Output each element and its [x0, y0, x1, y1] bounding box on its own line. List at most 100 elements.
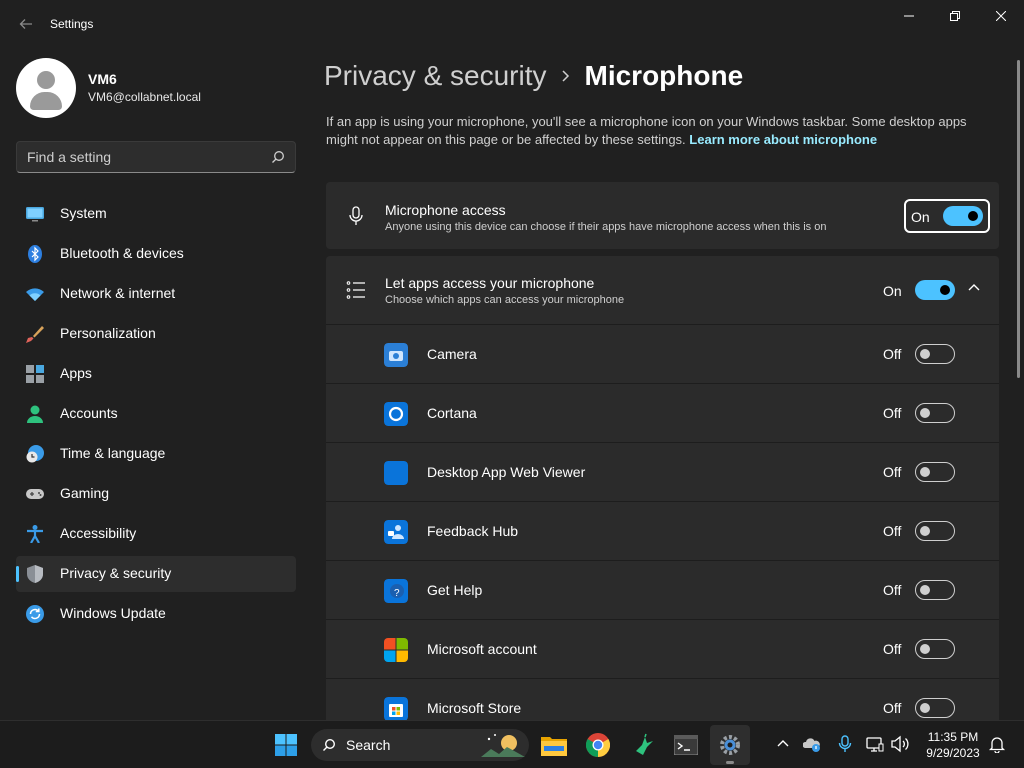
get-help-app-icon: ? [384, 579, 408, 603]
clock-date: 9/29/2023 [926, 746, 980, 760]
folder-icon [541, 737, 567, 756]
title-bar: Settings [0, 0, 1024, 48]
let-apps-subtitle: Choose which apps can access your microp… [385, 294, 625, 306]
hummingbird-icon [636, 733, 653, 755]
search-input[interactable] [27, 149, 257, 165]
back-button[interactable] [12, 10, 40, 38]
feedback-hub-toggle[interactable] [915, 521, 955, 541]
apps-icon [26, 365, 44, 383]
accessibility-icon [27, 525, 43, 543]
profile-name: VM6 [88, 71, 117, 87]
svg-text:?: ? [394, 588, 400, 599]
search-icon [323, 738, 336, 751]
app-row-desktop-app-web-viewer: Desktop App Web Viewer Off [326, 443, 999, 501]
search-icon [272, 151, 284, 163]
microphone-access-subtitle: Anyone using this device can choose if t… [385, 221, 827, 233]
user-profile[interactable]: VM6 VM6@collabnet.local [16, 58, 201, 118]
sidebar-item-accessibility[interactable]: Accessibility [16, 516, 296, 552]
restore-icon [950, 11, 960, 21]
app-row-feedback-hub: Feedback Hub Off [326, 502, 999, 560]
shield-icon [27, 565, 43, 583]
chrome-icon [586, 733, 610, 757]
desktop-app-web-viewer-toggle[interactable] [915, 462, 955, 482]
app-row-microsoft-store: Microsoft Store Off [326, 679, 999, 720]
file-explorer-button[interactable] [534, 725, 574, 765]
app-title: Settings [50, 17, 94, 31]
sidebar-item-accounts[interactable]: Accounts [16, 396, 296, 432]
feedback-hub-app-icon [384, 520, 408, 544]
page-title: Microphone [584, 60, 744, 91]
volume-icon[interactable] [891, 735, 909, 753]
microphone-access-state: On [911, 209, 930, 225]
clock-time: 11:35 PM [927, 730, 979, 744]
notification-bell-icon[interactable] [988, 735, 1006, 753]
sidebar-nav: System Bluetooth & devices Network & int… [16, 196, 296, 636]
microsoft-store-app-icon [384, 697, 408, 720]
minimize-icon [904, 15, 914, 17]
sidebar-item-apps[interactable]: Apps [16, 356, 296, 392]
system-clock[interactable]: 11:35 PM 9/29/2023 [918, 729, 988, 761]
windows-logo-icon [275, 734, 297, 756]
bird-app-button[interactable] [624, 725, 664, 765]
let-apps-access-card[interactable]: Let apps access your microphone Choose w… [326, 256, 999, 324]
scrollbar[interactable] [1017, 60, 1020, 378]
microsoft-account-toggle[interactable] [915, 639, 955, 659]
camera-app-icon [384, 343, 408, 367]
search-highlight-icon [481, 734, 525, 757]
sidebar-item-network[interactable]: Network & internet [16, 276, 296, 312]
breadcrumb-chevron-icon [561, 66, 571, 87]
microphone-access-card: Microphone access Anyone using this devi… [326, 182, 999, 249]
cortana-toggle[interactable] [915, 403, 955, 423]
sidebar-item-windows-update[interactable]: Windows Update [16, 596, 296, 632]
chrome-button[interactable] [578, 725, 618, 765]
sidebar-item-gaming[interactable]: Gaming [16, 476, 296, 512]
sidebar-item-privacy-security[interactable]: Privacy & security [16, 556, 296, 592]
terminal-icon [674, 735, 698, 755]
page-description: If an app is using your microphone, you'… [326, 113, 986, 149]
chevron-up-icon[interactable] [774, 735, 792, 753]
microsoft-store-toggle[interactable] [915, 698, 955, 718]
microphone-access-toggle[interactable] [943, 206, 983, 226]
start-button[interactable] [266, 725, 306, 765]
taskbar-search[interactable]: Search [311, 729, 529, 761]
cortana-app-icon [384, 402, 408, 426]
person-icon [27, 405, 43, 423]
list-icon [346, 281, 365, 299]
app-row-cortana: Cortana Off [326, 384, 999, 442]
find-setting-search[interactable] [16, 141, 296, 173]
app-row-camera: Camera Off [326, 325, 999, 383]
camera-toggle[interactable] [915, 344, 955, 364]
minimize-button[interactable] [886, 0, 932, 32]
sidebar-item-system[interactable]: System [16, 196, 296, 232]
avatar [16, 58, 76, 118]
let-apps-state: On [883, 283, 902, 299]
web-viewer-app-icon [384, 461, 408, 485]
network-icon[interactable] [866, 735, 884, 753]
sidebar-item-bluetooth[interactable]: Bluetooth & devices [16, 236, 296, 272]
onedrive-icon[interactable] [803, 735, 821, 753]
terminal-button[interactable] [666, 725, 706, 765]
restore-button[interactable] [932, 0, 978, 32]
microphone-in-use-icon[interactable] [836, 735, 854, 753]
microphone-icon [349, 206, 363, 225]
close-icon [996, 11, 1006, 21]
brush-icon [26, 326, 44, 343]
sidebar-item-personalization[interactable]: Personalization [16, 316, 296, 352]
learn-more-link[interactable]: Learn more about microphone [689, 132, 877, 147]
sidebar-item-time-language[interactable]: Time & language [16, 436, 296, 472]
breadcrumb: Privacy & security Microphone [324, 58, 743, 94]
breadcrumb-parent[interactable]: Privacy & security [324, 60, 547, 92]
get-help-toggle[interactable] [915, 580, 955, 600]
chevron-up-icon[interactable] [966, 280, 982, 296]
let-apps-title: Let apps access your microphone [385, 275, 595, 291]
let-apps-toggle[interactable] [915, 280, 955, 300]
close-button[interactable] [978, 0, 1024, 32]
taskbar: Search 11:35 PM 9/29/2023 [0, 720, 1024, 768]
app-row-get-help: ? Get Help Off [326, 561, 999, 619]
update-icon [26, 605, 44, 623]
microphone-access-title: Microphone access [385, 202, 506, 218]
settings-taskbar-button[interactable] [710, 725, 750, 765]
monitor-icon [26, 207, 44, 222]
globe-clock-icon [26, 445, 44, 463]
back-arrow-icon [19, 19, 32, 29]
